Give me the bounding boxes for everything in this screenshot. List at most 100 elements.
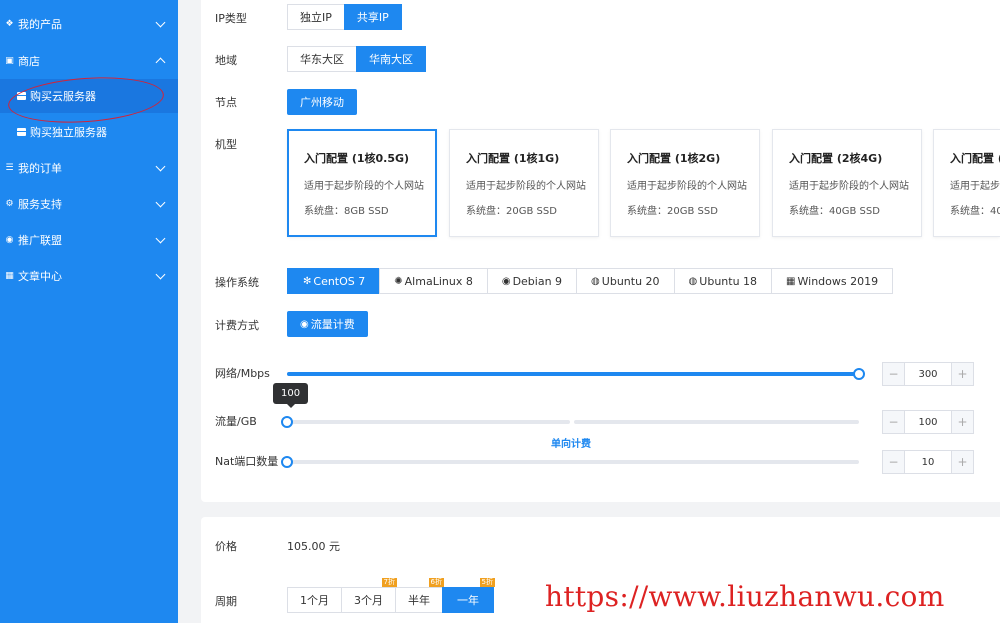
region-option-south[interactable]: 华南大区 xyxy=(356,46,426,72)
network-slider-fill xyxy=(287,372,859,376)
node-label: 节点 xyxy=(215,96,237,109)
node-option-guangzhou-mobile[interactable]: 广州移动 xyxy=(287,89,357,115)
server-icon xyxy=(17,128,26,136)
model-card-desc: 适用于起步 xyxy=(950,181,1000,192)
period-label: 周期 xyxy=(215,595,237,608)
sidebar-item-support[interactable]: ⚙ 服务支持 xyxy=(0,186,178,222)
plus-button[interactable]: + xyxy=(951,411,973,433)
minus-button[interactable]: − xyxy=(883,451,905,473)
sidebar-item-my-orders[interactable]: ☰ 我的订单 xyxy=(0,150,178,186)
traffic-icon: ◉ xyxy=(300,318,309,330)
model-card[interactable]: 入门配置 (1核1G) 适用于起步阶段的个人网站 系统盘：20GB SSD xyxy=(449,129,599,237)
sidebar-item-articles[interactable]: ▦ 文章中心 xyxy=(0,258,178,294)
sidebar-item-label: 服务支持 xyxy=(18,198,62,211)
os-option-ubuntu20[interactable]: ◍ Ubuntu 20 xyxy=(576,268,675,294)
period-option-1-month[interactable]: 1个月 xyxy=(287,587,342,613)
affiliate-icon: ◉ xyxy=(5,235,14,245)
network-value-input[interactable]: 300 xyxy=(905,363,951,385)
traffic-slider-handle[interactable] xyxy=(281,416,293,428)
traffic-value-input[interactable]: 100 xyxy=(905,411,951,433)
minus-button[interactable]: − xyxy=(883,411,905,433)
traffic-slider-track[interactable] xyxy=(287,420,570,424)
os-option-debian9[interactable]: ◉ Debian 9 xyxy=(486,268,578,294)
period-option-3-months[interactable]: 3个月 7折 xyxy=(341,578,397,613)
chevron-down-icon xyxy=(155,197,166,208)
chevron-down-icon xyxy=(155,233,166,244)
windows-icon: ▦ xyxy=(786,275,796,287)
orders-icon: ☰ xyxy=(5,163,14,173)
sidebar-item-affiliate[interactable]: ◉ 推广联盟 xyxy=(0,222,178,258)
model-card[interactable]: 入门配置 (2核4G) 适用于起步阶段的个人网站 系统盘：40GB SSD xyxy=(772,129,922,237)
chevron-down-icon xyxy=(155,161,166,172)
sidebar: ❖ 我的产品 ▣ 商店 购买云服务器 购买独立服务器 ☰ 我的订单 ⚙ 服务支持… xyxy=(0,0,178,623)
price-label: 价格 xyxy=(215,540,237,553)
config-card xyxy=(201,0,1000,502)
os-option-almalinux8[interactable]: ✺ AlmaLinux 8 xyxy=(379,268,488,294)
sidebar-subitem-label: 购买独立服务器 xyxy=(30,126,107,139)
sidebar-item-label: 推广联盟 xyxy=(18,234,62,247)
model-card-title: 入门配置 ( xyxy=(950,152,1000,165)
nat-slider-track[interactable] xyxy=(287,460,859,464)
watermark: https://www.liuzhanwu.com xyxy=(545,580,945,613)
network-label: 网络/Mbps xyxy=(215,367,270,380)
store-icon: ▣ xyxy=(5,56,14,66)
article-icon: ▦ xyxy=(5,271,14,281)
model-label: 机型 xyxy=(215,138,237,151)
nat-stepper: − 10 + xyxy=(882,450,974,474)
os-selector: ✻ CentOS 7 ✺ AlmaLinux 8 ◉ Debian 9 ◍ Ub… xyxy=(287,268,894,294)
os-option-ubuntu18[interactable]: ◍ Ubuntu 18 xyxy=(673,268,773,294)
sidebar-item-my-products[interactable]: ❖ 我的产品 xyxy=(0,6,178,42)
os-label: 操作系统 xyxy=(215,276,259,289)
model-card[interactable]: 入门配置 ( 适用于起步 系统盘：40 xyxy=(933,129,1000,237)
ip-type-option-shared[interactable]: 共享IP xyxy=(343,4,402,30)
region-selector: 华东大区 华南大区 xyxy=(287,46,426,72)
traffic-stepper: − 100 + xyxy=(882,410,974,434)
billing-option-traffic[interactable]: ◉ 流量计费 xyxy=(287,311,368,337)
one-way-billing-note: 单向计费 xyxy=(551,439,591,450)
network-stepper: − 300 + xyxy=(882,362,974,386)
model-card[interactable]: 入门配置 (1核2G) 适用于起步阶段的个人网站 系统盘：20GB SSD xyxy=(610,129,760,237)
model-card-disk: 系统盘：20GB SSD xyxy=(466,206,557,217)
discount-badge: 6折 xyxy=(428,578,444,587)
period-option-half-year[interactable]: 半年 6折 xyxy=(395,578,444,613)
product-icon: ❖ xyxy=(5,19,14,29)
model-card-disk: 系统盘：40 xyxy=(950,206,1000,217)
ip-type-option-dedicated[interactable]: 独立IP xyxy=(287,4,345,30)
os-option-windows2019[interactable]: ▦ Windows 2019 xyxy=(771,268,894,294)
chevron-up-icon xyxy=(155,57,166,68)
minus-button[interactable]: − xyxy=(883,363,905,385)
model-card-disk: 系统盘：8GB SSD xyxy=(304,206,389,217)
ubuntu-icon: ◍ xyxy=(688,275,698,287)
traffic-tooltip: 100 xyxy=(273,383,309,408)
region-label: 地域 xyxy=(215,54,237,67)
model-card-title: 入门配置 (1核0.5G) xyxy=(304,152,410,165)
debian-icon: ◉ xyxy=(501,275,511,287)
plus-button[interactable]: + xyxy=(951,363,973,385)
main-content: IP类型 独立IP 共享IP 地域 华东大区 华南大区 节点 广州移动 机型 入… xyxy=(178,0,1000,623)
nat-label: Nat端口数量 xyxy=(215,455,279,468)
plus-button[interactable]: + xyxy=(951,451,973,473)
chevron-down-icon xyxy=(155,17,166,28)
nat-slider-handle[interactable] xyxy=(281,456,293,468)
model-card-desc: 适用于起步阶段的个人网站 xyxy=(789,181,909,192)
period-selector: 1个月 3个月 7折 半年 6折 一年 5折 xyxy=(287,578,495,613)
os-option-centos7[interactable]: ✻ CentOS 7 xyxy=(287,268,381,294)
model-card[interactable]: 入门配置 (1核0.5G) 适用于起步阶段的个人网站 系统盘：8GB SSD xyxy=(287,129,437,237)
model-card-desc: 适用于起步阶段的个人网站 xyxy=(466,181,586,192)
sidebar-item-label: 我的订单 xyxy=(18,162,62,175)
sidebar-item-label: 商店 xyxy=(18,55,40,68)
model-card-disk: 系统盘：40GB SSD xyxy=(789,206,880,217)
almalinux-icon: ✺ xyxy=(394,275,403,287)
ip-type-label: IP类型 xyxy=(215,12,247,25)
ip-type-selector: 独立IP 共享IP xyxy=(287,4,402,30)
sidebar-item-label: 文章中心 xyxy=(18,270,62,283)
model-card-title: 入门配置 (1核1G) xyxy=(466,152,560,165)
network-slider-handle[interactable] xyxy=(853,368,865,380)
discount-badge: 5折 xyxy=(479,578,495,587)
nat-value-input[interactable]: 10 xyxy=(905,451,951,473)
traffic-slider-track-segment[interactable] xyxy=(574,420,859,424)
sidebar-item-label: 我的产品 xyxy=(18,18,62,31)
period-option-1-year[interactable]: 一年 5折 xyxy=(442,578,495,613)
sidebar-item-store[interactable]: ▣ 商店 xyxy=(0,43,178,79)
region-option-east[interactable]: 华东大区 xyxy=(287,46,357,72)
